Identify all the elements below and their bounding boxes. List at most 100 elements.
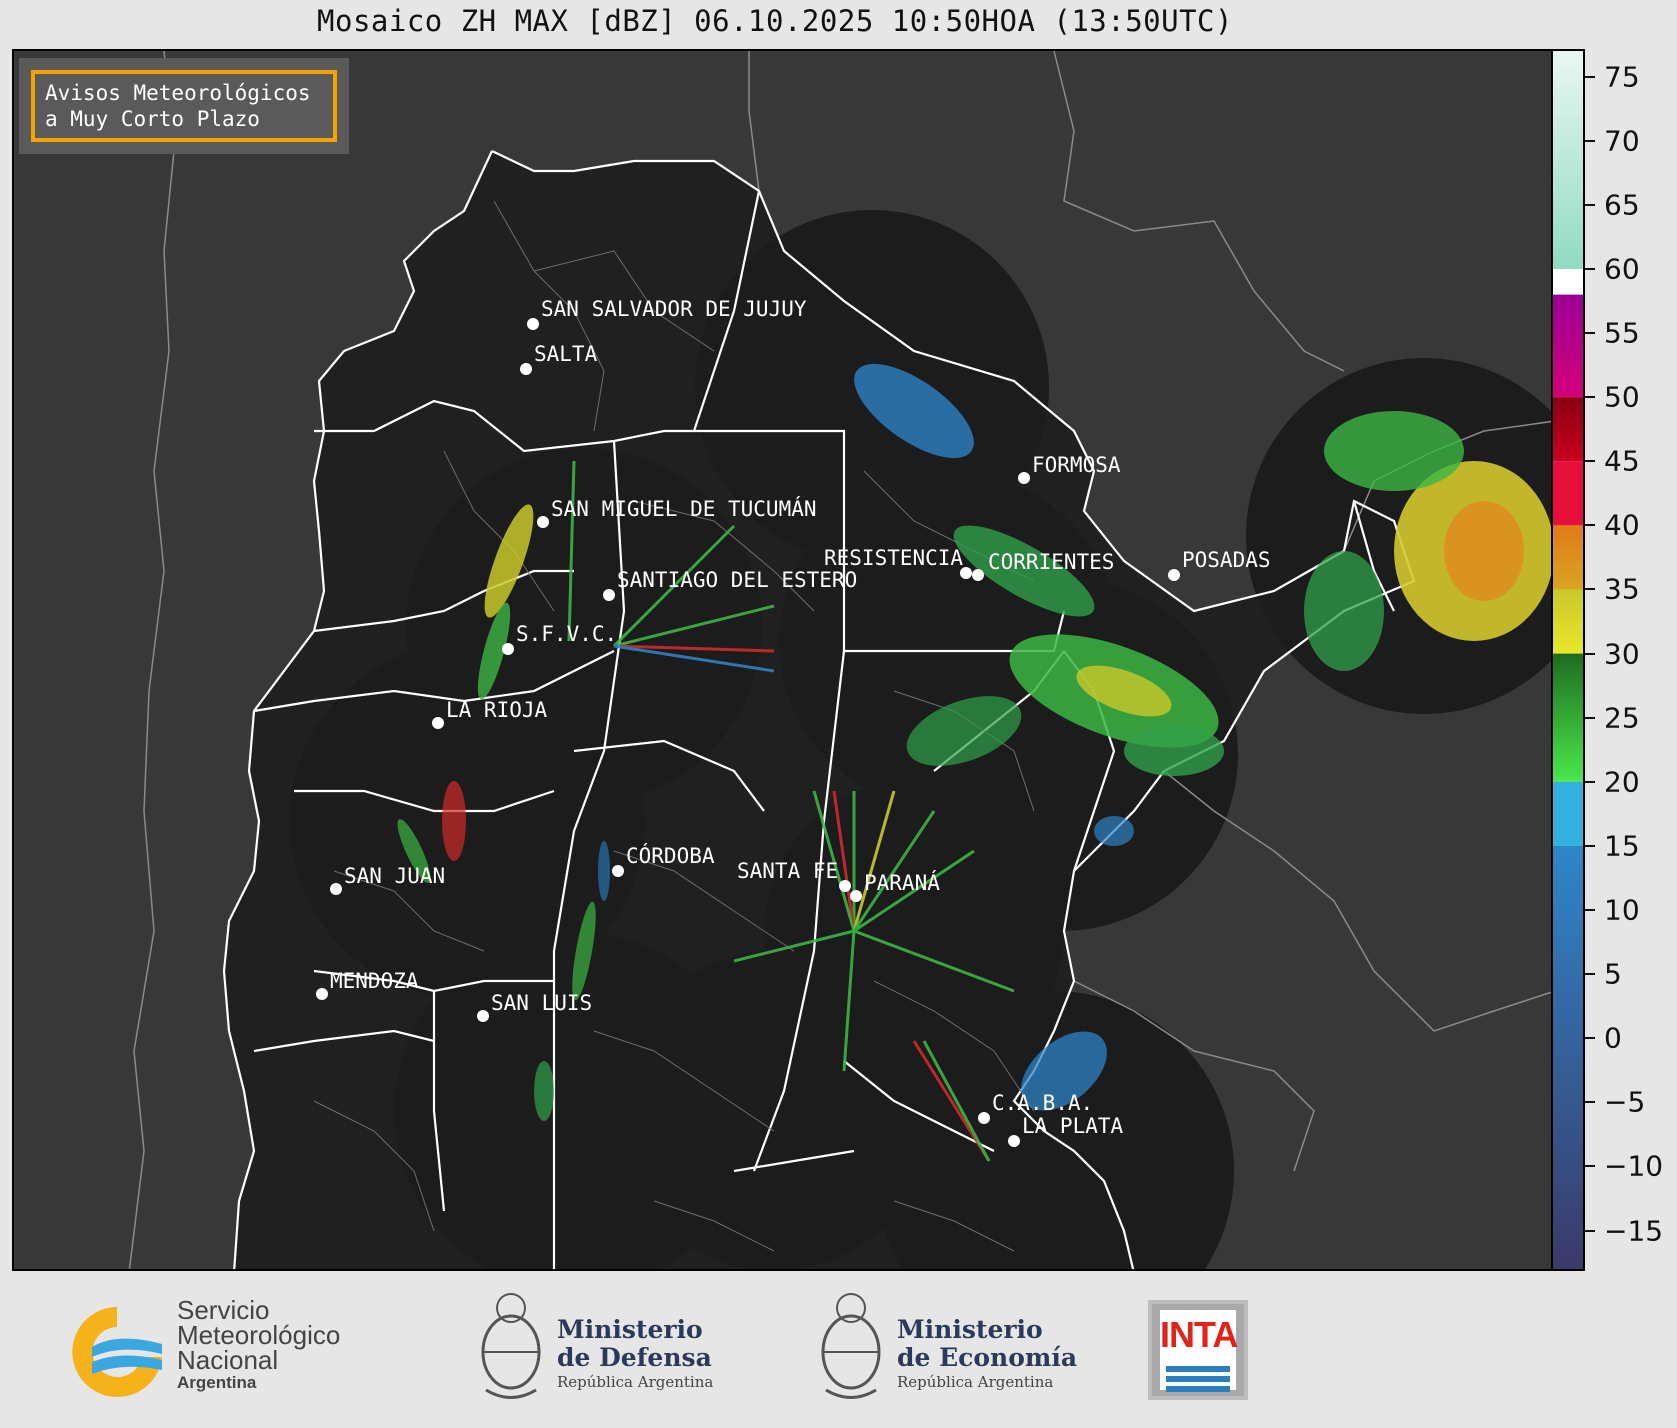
city-marker (603, 589, 615, 601)
colorbar-tick-mark (1585, 909, 1595, 911)
city-marker (520, 363, 532, 375)
alert-box[interactable]: Avisos Meteorológicos a Muy Corto Plazo (19, 58, 349, 154)
colorbar-tick-mark (1585, 1229, 1595, 1232)
economia-line-2: de Economía (897, 1343, 1078, 1372)
inta-logo-text: INTA (1160, 1314, 1238, 1355)
colorbar-tick-label: 75 (1604, 60, 1640, 94)
defensa-line-3: República Argentina (557, 1373, 714, 1391)
colorbar (1553, 49, 1585, 1271)
city-label: CORRIENTES (988, 550, 1114, 574)
colorbar-tick-mark (1585, 780, 1595, 783)
colorbar-tick-mark (1585, 588, 1595, 591)
city-marker (972, 569, 984, 581)
colorbar-tick-mark (1585, 139, 1595, 142)
colorbar-band (1553, 845, 1583, 1269)
radar-map[interactable]: SAN SALVADOR DE JUJUY SALTA SAN MIGUEL DE … (12, 49, 1553, 1271)
city-label: SAN LUIS (491, 991, 592, 1015)
colorbar-tick-label: 35 (1604, 572, 1640, 606)
city-label: LA RIOJA (446, 698, 548, 722)
city-marker (316, 988, 328, 1000)
city-label: C.A.B.A. (992, 1091, 1093, 1115)
colorbar-tick-mark (1585, 267, 1595, 270)
city-marker (1008, 1135, 1020, 1147)
smn-line-4: Argentina (177, 1373, 257, 1392)
colorbar-tick-mark (1585, 75, 1595, 78)
alert-line-1: Avisos Meteorológicos (45, 81, 311, 105)
economia-logo-text: Ministerio de Economía República Argenti… (897, 1316, 1077, 1392)
city-label: RESISTENCIA (824, 546, 963, 570)
colorbar-tick-mark (1585, 460, 1595, 463)
colorbar-band (1553, 51, 1583, 269)
colorbar-tick-mark (1585, 844, 1595, 847)
city-label: SANTIAGO DEL ESTERO (617, 568, 857, 592)
coat-of-arms-icon (821, 1293, 881, 1399)
colorbar-tick-label: 25 (1604, 701, 1640, 735)
colorbar-tick-mark (1585, 716, 1595, 719)
smn-line-3: Nacional (177, 1345, 279, 1375)
inta-stripe (1166, 1386, 1230, 1392)
city-label: SAN JUAN (344, 864, 445, 888)
city-label: SAN SALVADOR DE JUJUY (541, 297, 807, 321)
colorbar-gradient (1553, 51, 1583, 1269)
city-marker (432, 717, 444, 729)
colorbar-tick-mark (1585, 973, 1595, 976)
city-label: SAN MIGUEL DE TUCUMÁN (551, 496, 817, 521)
colorbar-tick-mark (1585, 332, 1595, 335)
colorbar-tick-label: 10 (1604, 893, 1640, 927)
colorbar-tick-label: 0 (1604, 1021, 1622, 1055)
colorbar-tick-label: −10 (1604, 1149, 1664, 1183)
city-label: FORMOSA (1032, 453, 1121, 477)
colorbar-tick-label: 65 (1604, 188, 1640, 222)
logo-footer: Servicio Meteorológico Nacional Argentin… (0, 1280, 1677, 1428)
coat-of-arms-icon (481, 1293, 541, 1399)
colorbar-tick-label: 50 (1604, 380, 1640, 414)
colorbar-tick-mark (1585, 524, 1595, 527)
colorbar-tick-label: 55 (1604, 316, 1640, 350)
city-label: S.F.V.C. (516, 622, 617, 646)
city-label: CÓRDOBA (626, 843, 715, 868)
economia-line-3: República Argentina (897, 1373, 1054, 1391)
colorbar-tick-label: 15 (1604, 829, 1640, 863)
smn-logo-text: Servicio Meteorológico Nacional Argentin… (177, 1297, 340, 1393)
city-marker (1168, 569, 1180, 581)
colorbar-tick-label: −15 (1604, 1214, 1664, 1248)
inta-logo: INTA (1148, 1300, 1248, 1400)
colorbar-band (1553, 397, 1583, 462)
defensa-line-1: Ministerio (557, 1315, 703, 1344)
city-label: POSADAS (1182, 548, 1271, 572)
city-label: MENDOZA (330, 969, 419, 993)
city-marker (537, 516, 549, 528)
colorbar-tick-mark (1585, 396, 1595, 399)
defensa-logo-text: Ministerio de Defensa República Argentin… (557, 1316, 713, 1392)
colorbar-band (1553, 589, 1583, 654)
city-marker (1018, 472, 1030, 484)
city-marker (502, 643, 514, 655)
city-label: LA PLATA (1022, 1114, 1124, 1138)
city-marker (850, 890, 862, 902)
economia-line-1: Ministerio (897, 1315, 1043, 1344)
colorbar-band (1553, 525, 1583, 590)
city-marker (839, 880, 851, 892)
smn-logo-icon (72, 1307, 162, 1397)
city-label: SANTA FE (737, 859, 838, 883)
colorbar-band (1553, 781, 1583, 846)
city-marker (612, 865, 624, 877)
city-label: SALTA (534, 342, 598, 366)
colorbar-tick-mark (1585, 1101, 1595, 1104)
city-marker (527, 318, 539, 330)
colorbar-tick-mark (1585, 652, 1595, 655)
colorbar-tick-label: 60 (1604, 252, 1640, 286)
city-marker (330, 883, 342, 895)
inta-stripe (1166, 1376, 1230, 1382)
colorbar-tick-label: −5 (1604, 1085, 1646, 1119)
colorbar-tick-mark (1585, 203, 1595, 206)
colorbar-tick-label: 5 (1604, 957, 1622, 991)
colorbar-tick-label: 40 (1604, 508, 1640, 542)
alert-line-2: a Muy Corto Plazo (45, 107, 260, 131)
map-canvas: SAN SALVADOR DE JUJUY SALTA SAN MIGUEL DE … (14, 51, 1551, 1269)
colorbar-tick-label: 30 (1604, 637, 1640, 671)
alert-box-frame: Avisos Meteorológicos a Muy Corto Plazo (31, 70, 337, 142)
city-marker (978, 1112, 990, 1124)
city-label: PARANÁ (864, 870, 940, 895)
colorbar-band (1553, 461, 1583, 526)
